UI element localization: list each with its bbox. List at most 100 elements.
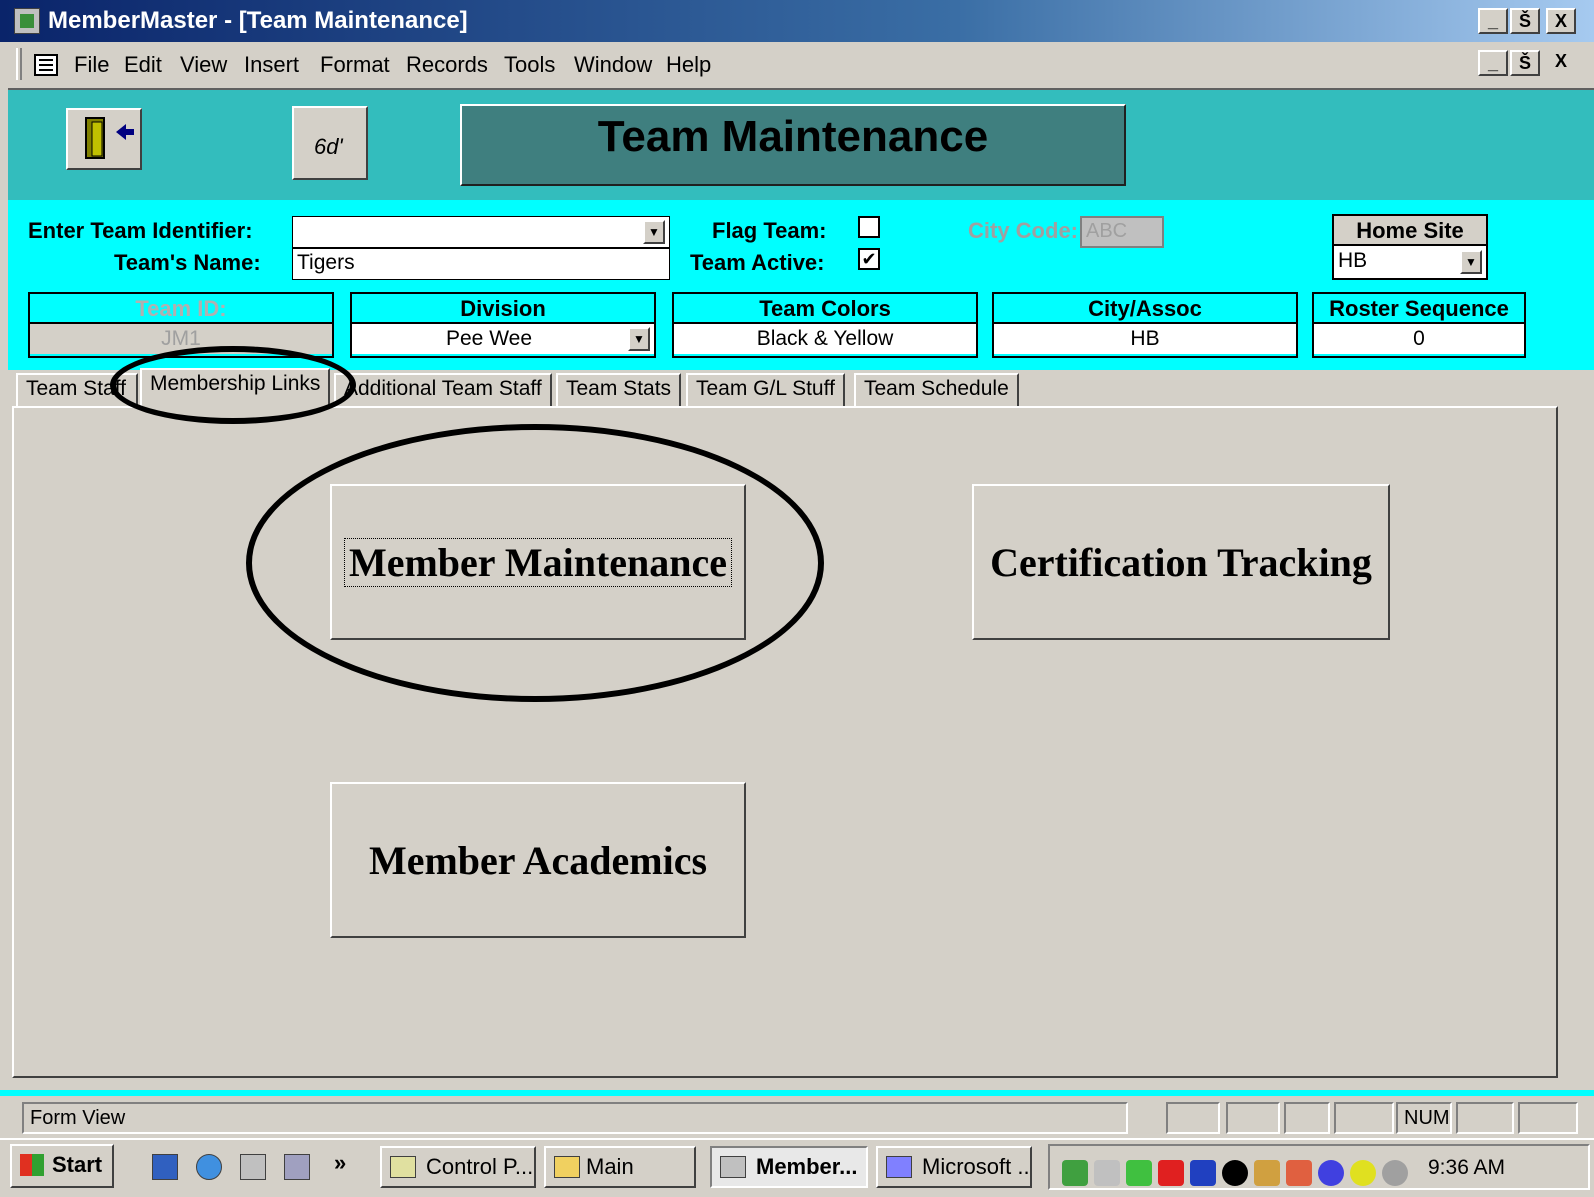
- city-code-label: City Code:: [968, 218, 1078, 243]
- tab-team-stats[interactable]: Team Stats: [556, 373, 682, 407]
- quicklaunch-icon-4[interactable]: [284, 1154, 310, 1180]
- tab-membership-links[interactable]: Membership Links: [140, 368, 331, 408]
- team-colors-box: Team Colors Black & Yellow: [672, 292, 978, 358]
- find-button[interactable]: 6d': [292, 106, 368, 180]
- flag-team-checkbox[interactable]: [858, 216, 880, 238]
- menu-view[interactable]: View: [180, 52, 227, 78]
- window-titlebar[interactable]: MemberMaster - [Team Maintenance] _ Š X: [0, 0, 1594, 42]
- control-panel-icon: [390, 1156, 416, 1178]
- division-dropdown[interactable]: ▼: [628, 327, 650, 351]
- form-icon[interactable]: [34, 54, 58, 76]
- form-header: 6d' Team Maintenance: [8, 88, 1594, 200]
- tab-team-staff[interactable]: Team Staff: [16, 373, 138, 407]
- form-title-box: Team Maintenance: [460, 104, 1126, 186]
- roster-sequence-field[interactable]: 0: [1314, 324, 1524, 354]
- menu-records[interactable]: Records: [406, 52, 488, 78]
- doc-minimize-button[interactable]: _: [1478, 50, 1508, 76]
- menu-insert[interactable]: Insert: [244, 52, 299, 78]
- task-microsoft[interactable]: Microsoft ...: [876, 1146, 1032, 1188]
- tab-team-gl-stuff[interactable]: Team G/L Stuff: [686, 373, 845, 407]
- task-control-panel[interactable]: Control P...: [380, 1146, 536, 1188]
- home-site-combo[interactable]: HB ▼: [1334, 246, 1486, 278]
- team-id-label: Team ID:: [30, 294, 332, 324]
- home-site-label: Home Site: [1334, 216, 1486, 246]
- close-button[interactable]: X: [1546, 8, 1576, 34]
- menu-format[interactable]: Format: [320, 52, 390, 78]
- windows-logo-icon: [20, 1154, 44, 1176]
- minimize-button[interactable]: _: [1478, 8, 1508, 34]
- quicklaunch-icon-1[interactable]: [152, 1154, 178, 1180]
- start-button[interactable]: Start: [10, 1144, 114, 1188]
- task-main[interactable]: Main: [544, 1146, 696, 1188]
- window-title: MemberMaster - [Team Maintenance]: [48, 7, 468, 34]
- city-assoc-box: City/Assoc HB: [992, 292, 1298, 358]
- word-icon: [886, 1156, 912, 1178]
- flag-team-label: Flag Team:: [712, 218, 827, 243]
- certification-tracking-button[interactable]: Certification Tracking: [972, 484, 1390, 640]
- menu-edit[interactable]: Edit: [124, 52, 162, 78]
- task-control-panel-label: Control P...: [426, 1154, 534, 1179]
- menu-window[interactable]: Window: [574, 52, 652, 78]
- home-site-value: HB: [1338, 249, 1368, 272]
- menu-bar: File Edit View Insert Format Records Too…: [0, 42, 1594, 86]
- tray-icon-3[interactable]: [1126, 1160, 1152, 1186]
- member-maintenance-label: Member Maintenance: [343, 537, 733, 587]
- task-main-label: Main: [586, 1154, 634, 1179]
- city-code-field: ABC: [1080, 216, 1164, 248]
- team-name-field[interactable]: Tigers: [292, 248, 670, 280]
- menu-help[interactable]: Help: [666, 52, 711, 78]
- tray-icon-11[interactable]: [1382, 1160, 1408, 1186]
- city-assoc-field[interactable]: HB: [994, 324, 1296, 354]
- tray-icon-6[interactable]: [1222, 1160, 1248, 1186]
- tray-icon-5[interactable]: [1190, 1160, 1216, 1186]
- exit-button[interactable]: [66, 108, 142, 170]
- tray-icon-10[interactable]: [1350, 1160, 1376, 1186]
- membermaster-icon: [720, 1156, 746, 1178]
- team-identifier-label: Enter Team Identifier:: [28, 218, 253, 243]
- volume-icon[interactable]: [1094, 1160, 1120, 1186]
- quicklaunch-icon-3[interactable]: [240, 1154, 266, 1180]
- tray-icon-7[interactable]: [1254, 1160, 1280, 1186]
- division-combo[interactable]: Pee Wee ▼: [352, 324, 654, 354]
- tray-icon-8[interactable]: [1286, 1160, 1312, 1186]
- glasses-icon: 6d': [314, 134, 343, 159]
- home-site-dropdown[interactable]: ▼: [1460, 250, 1482, 274]
- certification-tracking-label: Certification Tracking: [990, 539, 1372, 585]
- form-fields: Enter Team Identifier: ▼ Team's Name: Ti…: [8, 200, 1594, 370]
- team-colors-field[interactable]: Black & Yellow: [674, 324, 976, 354]
- quicklaunch-chevron[interactable]: »: [334, 1150, 346, 1176]
- ati-icon[interactable]: [1158, 1160, 1184, 1186]
- team-id-value: JM1: [30, 324, 332, 354]
- division-box: Division Pee Wee ▼: [350, 292, 656, 358]
- member-maintenance-button[interactable]: Member Maintenance: [330, 484, 746, 640]
- task-microsoft-label: Microsoft ...: [922, 1154, 1032, 1179]
- taskbar: Start » Control P... Main Member... Micr…: [0, 1138, 1594, 1197]
- task-membermaster-label: Member...: [756, 1154, 858, 1179]
- status-cell-3: [1284, 1102, 1330, 1134]
- city-assoc-label: City/Assoc: [994, 294, 1296, 324]
- network-icon[interactable]: [1062, 1160, 1088, 1186]
- status-bar: Form View NUM: [0, 1090, 1594, 1138]
- menu-file[interactable]: File: [74, 52, 109, 78]
- restore-button[interactable]: Š: [1510, 8, 1540, 34]
- start-label: Start: [52, 1152, 103, 1177]
- member-academics-label: Member Academics: [368, 837, 708, 883]
- team-identifier-dropdown[interactable]: ▼: [643, 220, 665, 244]
- team-active-checkbox[interactable]: ✔: [858, 248, 880, 270]
- clock[interactable]: 9:36 AM: [1428, 1156, 1505, 1180]
- member-academics-button[interactable]: Member Academics: [330, 782, 746, 938]
- task-membermaster[interactable]: Member...: [710, 1146, 868, 1188]
- tab-additional-team-staff[interactable]: Additional Team Staff: [334, 373, 552, 407]
- folder-icon: [554, 1156, 580, 1178]
- status-cell-4: [1334, 1102, 1394, 1134]
- doc-restore-button[interactable]: Š: [1510, 50, 1540, 76]
- app-icon[interactable]: [14, 8, 40, 34]
- team-identifier-combo[interactable]: ▼: [292, 216, 670, 248]
- form-title: Team Maintenance: [597, 112, 989, 161]
- internet-explorer-icon[interactable]: [196, 1154, 222, 1180]
- menu-tools[interactable]: Tools: [504, 52, 555, 78]
- tab-team-schedule[interactable]: Team Schedule: [854, 373, 1019, 407]
- tray-icon-9[interactable]: [1318, 1160, 1344, 1186]
- doc-close-button[interactable]: X: [1546, 50, 1576, 76]
- menu-grip: [16, 48, 22, 80]
